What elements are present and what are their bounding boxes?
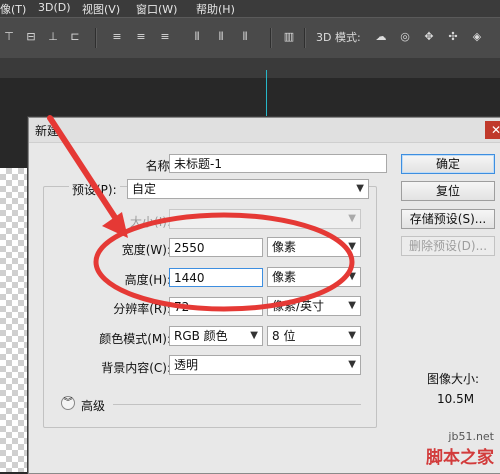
watermark: jb51.net 脚本之家 — [426, 430, 494, 468]
watermark-url: jb51.net — [448, 430, 494, 443]
annotation-overlay — [47, 115, 355, 312]
watermark-brand: 脚本之家 — [426, 448, 494, 468]
annotation-ellipse — [93, 212, 355, 312]
annotation-arrow-shaft — [47, 115, 121, 225]
